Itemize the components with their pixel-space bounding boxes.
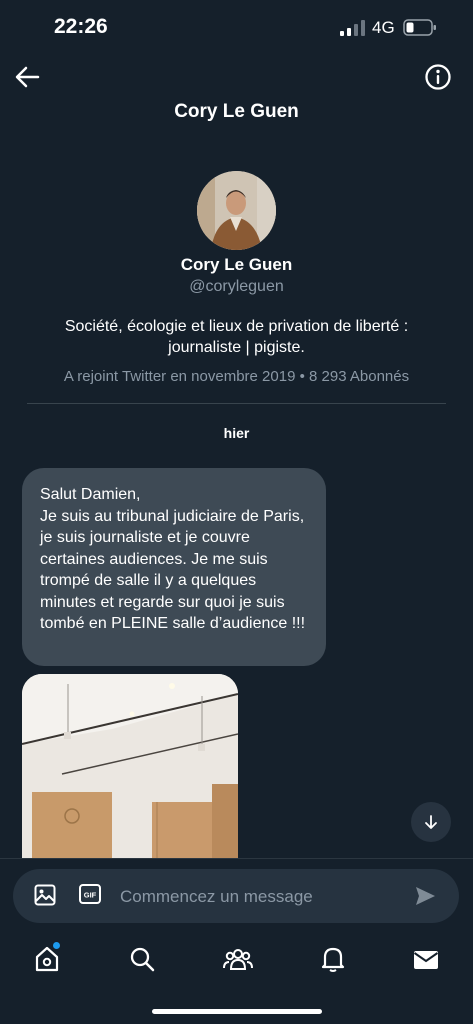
battery-icon [403, 19, 436, 36]
notifications-icon[interactable] [320, 945, 346, 973]
avatar-photo [197, 171, 276, 250]
home-indicator [152, 1009, 322, 1014]
avatar[interactable] [197, 171, 276, 250]
network-type: 4G [372, 18, 395, 37]
message-bubble[interactable]: Salut Damien, Je suis au tribunal judici… [22, 468, 326, 666]
status-time: 22:26 [54, 15, 108, 38]
messages-icon[interactable] [413, 945, 439, 973]
image-icon[interactable] [34, 884, 56, 906]
message-photo[interactable] [22, 674, 238, 864]
profile-meta: A rejoint Twitter en novembre 2019 • 8 2… [63, 368, 410, 385]
profile-handle: @coryleguen [189, 278, 284, 295]
home-icon[interactable] [34, 945, 60, 973]
message-input[interactable] [118, 872, 402, 922]
svg-text:GIF: GIF [84, 891, 97, 900]
day-separator: hier [223, 425, 250, 441]
arrow-down-icon [425, 815, 437, 829]
back-arrow-icon[interactable] [14, 64, 40, 90]
info-icon[interactable] [424, 63, 452, 91]
conversation-title: Cory Le Guen [174, 101, 299, 122]
scroll-to-bottom-button[interactable] [411, 802, 451, 842]
courtroom-image [22, 674, 238, 864]
profile-bio: Société, écologie et lieux de privation … [64, 318, 409, 356]
cellular-signal-icon [340, 20, 365, 36]
gif-icon[interactable]: GIF [79, 884, 101, 904]
search-icon[interactable] [129, 945, 155, 973]
divider [27, 403, 446, 404]
notification-dot [53, 942, 60, 949]
send-icon[interactable] [414, 885, 436, 907]
profile-name: Cory Le Guen [180, 255, 293, 274]
communities-icon[interactable] [223, 945, 253, 973]
